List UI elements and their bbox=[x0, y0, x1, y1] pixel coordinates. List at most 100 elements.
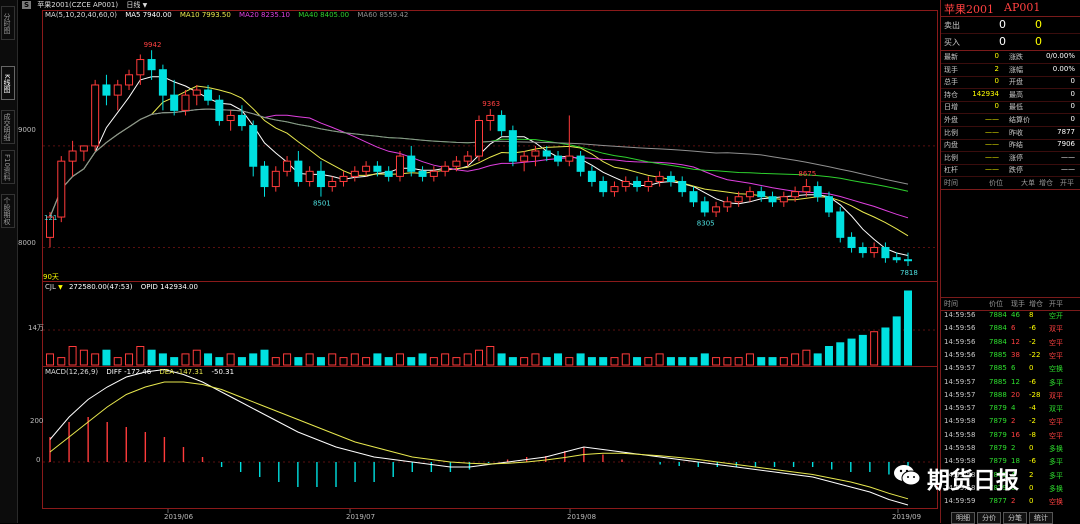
tab-tick[interactable]: 分笔 bbox=[1003, 512, 1027, 524]
trade-cell: 空平 bbox=[1049, 418, 1063, 427]
extreme-label-low2: 8305 bbox=[697, 220, 715, 228]
candle-body bbox=[486, 114, 495, 122]
trade-row[interactable]: 14:59:57 7888 20 -28 双平 bbox=[941, 390, 1080, 402]
tab-f10[interactable]: F10资料 bbox=[1, 150, 15, 184]
volume-bar bbox=[373, 353, 382, 366]
candle-body bbox=[508, 130, 517, 162]
left-sidebar: 分时图 K线图 成交明细 F10资料 个股期权 bbox=[0, 0, 18, 523]
stat-label: 最新 bbox=[944, 53, 958, 61]
ticks-col-header: 增仓 bbox=[1039, 179, 1053, 187]
candle-body bbox=[271, 170, 280, 188]
trade-row[interactable]: 14:59:57 7879 4 -4 双平 bbox=[941, 403, 1080, 415]
trade-cell: 14:59:56 bbox=[944, 350, 976, 359]
stat-value: —— bbox=[985, 115, 999, 123]
candle-body bbox=[847, 236, 856, 249]
stat-label: 外盘 bbox=[944, 116, 958, 124]
volume-bar bbox=[215, 357, 224, 366]
candle-body bbox=[802, 186, 811, 193]
trade-cell: 2 bbox=[1011, 444, 1016, 452]
stat-row: 总手 0 开盘 0 bbox=[941, 76, 1080, 90]
trade-cell: 7884 bbox=[989, 324, 1007, 333]
stat-label: 总手 bbox=[944, 78, 958, 87]
chevron-down-icon[interactable]: ▼ bbox=[58, 284, 63, 291]
trade-row[interactable]: 14:59:59 7877 2 0 空换 bbox=[941, 496, 1080, 508]
candle-body bbox=[475, 120, 483, 157]
tab-statistics[interactable]: 统计 bbox=[1029, 512, 1053, 524]
volume-bar bbox=[802, 349, 811, 366]
trade-cell: 14:59:57 bbox=[944, 377, 976, 386]
trade-cell: 空开 bbox=[1049, 312, 1063, 320]
candle-body bbox=[779, 196, 788, 203]
tab-options[interactable]: 个股期权 bbox=[1, 194, 15, 228]
trade-row[interactable]: 14:59:56 7884 12 -2 空平 bbox=[941, 337, 1080, 349]
volume-y-tick: 14万 bbox=[28, 324, 44, 332]
trade-cell: -6 bbox=[1029, 324, 1036, 333]
stat-value: 7906 bbox=[1057, 140, 1075, 149]
volume-bar bbox=[463, 353, 472, 366]
trade-row[interactable]: 14:59:58 7879 16 -8 空平 bbox=[941, 430, 1080, 442]
period-selector[interactable]: 日线 bbox=[126, 1, 140, 9]
tab-kline[interactable]: K线图 bbox=[1, 66, 15, 100]
candle-body bbox=[824, 196, 833, 213]
chevron-down-icon[interactable]: ▼ bbox=[143, 2, 148, 9]
trade-row[interactable]: 14:59:57 7885 6 0 空换 bbox=[941, 363, 1080, 375]
volume-bar bbox=[734, 357, 743, 366]
volume-bar bbox=[204, 353, 213, 366]
volume-bar bbox=[147, 349, 156, 366]
volume-bar bbox=[678, 357, 687, 366]
trade-row[interactable]: 14:59:56 7885 38 -22 空平 bbox=[941, 350, 1080, 362]
candle-body bbox=[125, 74, 134, 86]
tab-price-split[interactable]: 分价 bbox=[977, 512, 1001, 524]
ma-legend: MA(5,10,20,40,60,0) MA5 7940.00 MA10 799… bbox=[45, 11, 408, 19]
trade-cell: 7879 bbox=[989, 404, 1007, 413]
tab-trade-detail[interactable]: 成交明细 bbox=[1, 110, 15, 144]
macd-diff: DIFF -172.46 bbox=[106, 368, 152, 376]
volume-bar bbox=[68, 346, 77, 366]
stat-row: 最新 0 涨跌 0/0.00% bbox=[941, 51, 1080, 64]
stat-label: 昨收 bbox=[1009, 128, 1023, 137]
trade-row[interactable]: 14:59:58 7879 2 0 多换 bbox=[941, 443, 1080, 455]
tab-detail[interactable]: 明细 bbox=[951, 512, 975, 524]
volume-bar bbox=[249, 353, 258, 366]
volume-bar bbox=[858, 334, 867, 366]
ma-params-label: MA(5,10,20,40,60,0) bbox=[45, 11, 117, 19]
moving-average-lines bbox=[49, 76, 909, 256]
candle-body bbox=[181, 94, 190, 111]
trade-row[interactable]: 14:59:58 7879 2 -2 空平 bbox=[941, 416, 1080, 428]
volume-bar bbox=[486, 346, 495, 366]
trade-cell: 空换 bbox=[1049, 498, 1063, 507]
stat-value: —— bbox=[1061, 165, 1075, 174]
stat-row: 现手 2 涨幅 0.00% bbox=[941, 64, 1080, 77]
y-tick-8000: 8000 bbox=[18, 239, 36, 247]
volume-bar bbox=[429, 357, 438, 366]
trade-cell: -8 bbox=[1029, 430, 1036, 439]
volume-bar bbox=[870, 331, 879, 366]
candle-body bbox=[204, 89, 213, 101]
volume-bar bbox=[46, 353, 54, 366]
trade-cell: 7885 bbox=[989, 364, 1007, 373]
kline-chart[interactable]: 9942 9363 8675 8501 8305 7818 121 bbox=[42, 10, 938, 523]
candle-body bbox=[870, 247, 879, 254]
trade-row[interactable]: 14:59:56 7884 6 -6 双平 bbox=[941, 323, 1080, 335]
trade-cell: 空平 bbox=[1049, 351, 1063, 360]
trade-cell: 14:59:56 bbox=[944, 337, 976, 346]
x-tick-jul: 2019/07 bbox=[346, 513, 376, 521]
volume-bar bbox=[621, 353, 630, 366]
trade-row[interactable]: 14:59:56 7884 46 8 空开 bbox=[941, 310, 1080, 322]
stat-value: —— bbox=[985, 127, 999, 136]
candle-body bbox=[418, 170, 427, 177]
candle-body bbox=[610, 186, 619, 193]
macd-title: MACD(12,26,9) bbox=[45, 368, 99, 376]
candle-body bbox=[226, 114, 235, 122]
candle-body bbox=[113, 84, 122, 96]
volume-bar bbox=[395, 353, 404, 366]
candle-body bbox=[452, 160, 461, 167]
volume-bar bbox=[587, 357, 596, 366]
trade-row[interactable]: 14:59:57 7885 12 -6 多平 bbox=[941, 377, 1080, 389]
candle-body bbox=[294, 160, 303, 182]
volume-bar bbox=[881, 327, 890, 366]
stat-row: 杠杆 —— 跌停 —— bbox=[941, 164, 1080, 178]
candle-body bbox=[136, 59, 145, 76]
candle-body bbox=[395, 155, 404, 177]
tab-timeshare[interactable]: 分时图 bbox=[1, 6, 15, 40]
